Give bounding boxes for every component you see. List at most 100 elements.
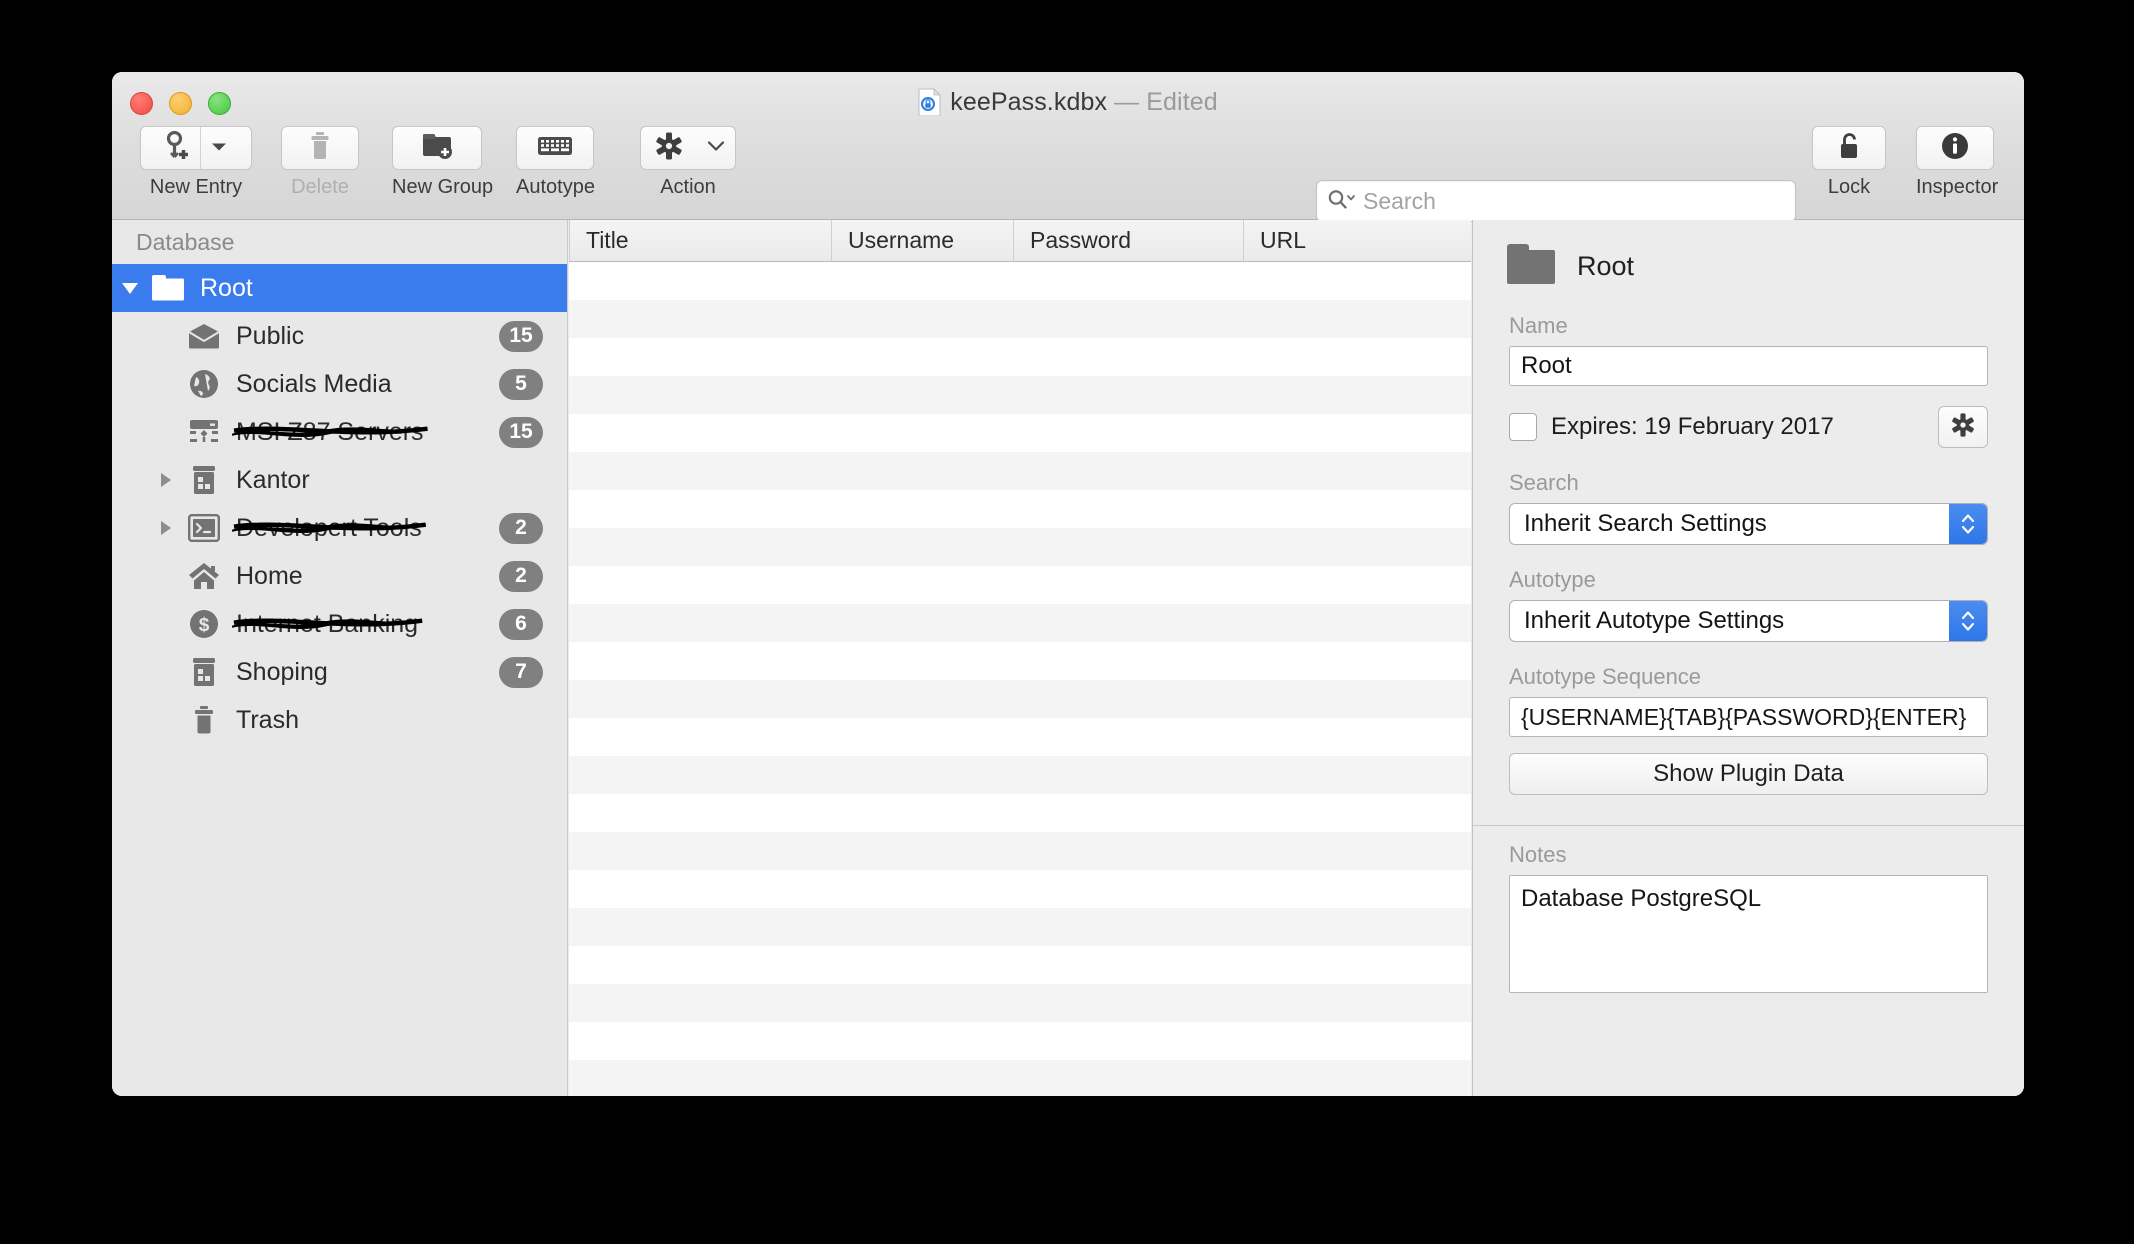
table-row[interactable] bbox=[569, 756, 1471, 794]
sidebar-item-text: MSI Z87 Servers bbox=[236, 417, 424, 446]
column-header-label: Password bbox=[1030, 227, 1131, 253]
new-group-button[interactable] bbox=[392, 126, 482, 170]
lock-label: Lock bbox=[1827, 176, 1871, 198]
sidebar-item-text: Kantor bbox=[236, 465, 310, 494]
table-row[interactable] bbox=[569, 870, 1471, 908]
disclosure-triangle-open[interactable] bbox=[112, 282, 148, 294]
autotype-label: Autotype bbox=[516, 176, 595, 198]
autotype-sequence-input[interactable]: {USERNAME}{TAB}{PASSWORD}{ENTER} bbox=[1509, 697, 1988, 737]
table-row[interactable] bbox=[569, 338, 1471, 376]
building-icon bbox=[184, 655, 224, 689]
delete-button[interactable] bbox=[281, 126, 359, 170]
sidebar-item-public[interactable]: Public 15 bbox=[112, 312, 567, 360]
inspector-header: Root bbox=[1473, 220, 2024, 291]
sidebar-item-shoping[interactable]: Shoping 7 bbox=[112, 648, 567, 696]
table-row[interactable] bbox=[569, 946, 1471, 984]
table-row[interactable] bbox=[569, 794, 1471, 832]
sidebar-item-socials-media[interactable]: Socials Media 5 bbox=[112, 360, 567, 408]
table-row[interactable] bbox=[569, 490, 1471, 528]
sidebar-item-badge: 15 bbox=[499, 416, 543, 448]
name-input[interactable]: Root bbox=[1509, 346, 1988, 386]
sidebar-item-msi-z87-servers[interactable]: MSI Z87 Servers 15 bbox=[112, 408, 567, 456]
table-row[interactable] bbox=[569, 984, 1471, 1022]
dollar-coin-icon: $ bbox=[184, 607, 224, 641]
toolbar-item-delete: Delete bbox=[281, 126, 359, 199]
building-icon bbox=[184, 463, 224, 497]
table-row[interactable] bbox=[569, 414, 1471, 452]
table-row[interactable] bbox=[569, 1060, 1471, 1096]
autotype-button[interactable] bbox=[516, 126, 594, 170]
toolbar: New Entry Delete New Group Autotype Acti… bbox=[112, 126, 2024, 250]
new-entry-button[interactable] bbox=[140, 126, 252, 170]
column-header-url[interactable]: URL bbox=[1243, 220, 1443, 261]
terminal-icon bbox=[184, 511, 224, 545]
app-window: keePass.kdbx — Edited New Entry Delete N… bbox=[112, 72, 2024, 1096]
chevron-updown-icon[interactable] bbox=[1949, 504, 1987, 544]
autotype-settings-select[interactable]: Inherit Autotype Settings bbox=[1509, 600, 1988, 642]
notes-textarea[interactable]: Database PostgreSQL bbox=[1509, 875, 1988, 993]
table-row[interactable] bbox=[569, 908, 1471, 946]
column-header-title[interactable]: Title bbox=[569, 220, 831, 261]
toolbar-item-new-group: New Group bbox=[392, 126, 493, 199]
sidebar-item-label: Public bbox=[236, 322, 304, 351]
sidebar-item-internet-banking[interactable]: $ Internet Banking 6 bbox=[112, 600, 567, 648]
column-header-username[interactable]: Username bbox=[831, 220, 1013, 261]
sidebar-item-text: Public bbox=[236, 321, 305, 350]
sidebar-item-text: Shoping bbox=[236, 657, 328, 686]
disclosure-triangle-collapsed[interactable] bbox=[148, 473, 184, 487]
globe-icon bbox=[184, 367, 224, 401]
table-row[interactable] bbox=[569, 376, 1471, 414]
expires-settings-button[interactable] bbox=[1938, 406, 1988, 448]
sidebar-item-label: Home bbox=[236, 562, 303, 591]
search-settings-label: Search bbox=[1509, 470, 1579, 495]
table-row[interactable] bbox=[569, 528, 1471, 566]
search-magnifier-icon bbox=[1327, 188, 1355, 215]
column-header-password[interactable]: Password bbox=[1013, 220, 1243, 261]
show-plugin-data-button[interactable]: Show Plugin Data bbox=[1509, 753, 1988, 795]
search-input[interactable]: Search bbox=[1316, 180, 1796, 222]
table-row[interactable] bbox=[569, 604, 1471, 642]
chevron-updown-icon[interactable] bbox=[1949, 601, 1987, 641]
gear-icon bbox=[1951, 412, 1975, 442]
folder-icon bbox=[1505, 242, 1557, 291]
table-row[interactable] bbox=[569, 1022, 1471, 1060]
action-main[interactable] bbox=[641, 127, 698, 169]
table-row[interactable] bbox=[569, 452, 1471, 490]
search-settings-select[interactable]: Inherit Search Settings bbox=[1509, 503, 1988, 545]
table-row[interactable] bbox=[569, 262, 1471, 300]
table-row[interactable] bbox=[569, 566, 1471, 604]
sidebar-item-developert-tools[interactable]: Developert Tools 2 bbox=[112, 504, 567, 552]
house-icon bbox=[184, 559, 224, 593]
disclosure-triangle-collapsed[interactable] bbox=[148, 521, 184, 535]
inspector-button[interactable] bbox=[1916, 126, 1994, 170]
table-row[interactable] bbox=[569, 718, 1471, 756]
inspector-label: Inspector bbox=[1916, 176, 1999, 198]
sidebar-item-root[interactable]: Root bbox=[112, 264, 567, 312]
search-settings-value: Inherit Search Settings bbox=[1524, 510, 1767, 537]
sidebar-item-text: Internet Banking bbox=[236, 609, 419, 638]
expires-checkbox[interactable] bbox=[1509, 413, 1537, 441]
new-entry-dropdown[interactable] bbox=[201, 127, 237, 169]
sidebar-item-label: Root bbox=[200, 274, 253, 303]
folder-icon bbox=[148, 271, 188, 305]
info-circle-icon bbox=[1940, 131, 1970, 166]
sidebar-item-text: Trash bbox=[236, 705, 299, 734]
table-row[interactable] bbox=[569, 680, 1471, 718]
sidebar-item-trash[interactable]: Trash bbox=[112, 696, 567, 744]
sidebar-item-kantor[interactable]: Kantor bbox=[112, 456, 567, 504]
table-row[interactable] bbox=[569, 832, 1471, 870]
lock-button[interactable] bbox=[1812, 126, 1886, 170]
sidebar-tree: Root Public 15 Socials Media 5 MSI Z87 Ser… bbox=[112, 264, 567, 744]
window-title: keePass.kdbx — Edited bbox=[112, 88, 2024, 117]
new-entry-main[interactable] bbox=[156, 127, 201, 169]
sidebar-item-text: Root bbox=[200, 273, 253, 302]
table-row[interactable] bbox=[569, 300, 1471, 338]
action-dropdown[interactable] bbox=[698, 127, 735, 169]
action-button[interactable] bbox=[640, 126, 736, 170]
sidebar-item-home[interactable]: Home 2 bbox=[112, 552, 567, 600]
toolbar-item-action: Action bbox=[640, 126, 736, 199]
window-title-state: Edited bbox=[1146, 88, 1218, 116]
trash-icon bbox=[308, 131, 332, 166]
sidebar: Database Root Public 15 Socials Media 5 MS… bbox=[112, 220, 568, 1096]
table-row[interactable] bbox=[569, 642, 1471, 680]
